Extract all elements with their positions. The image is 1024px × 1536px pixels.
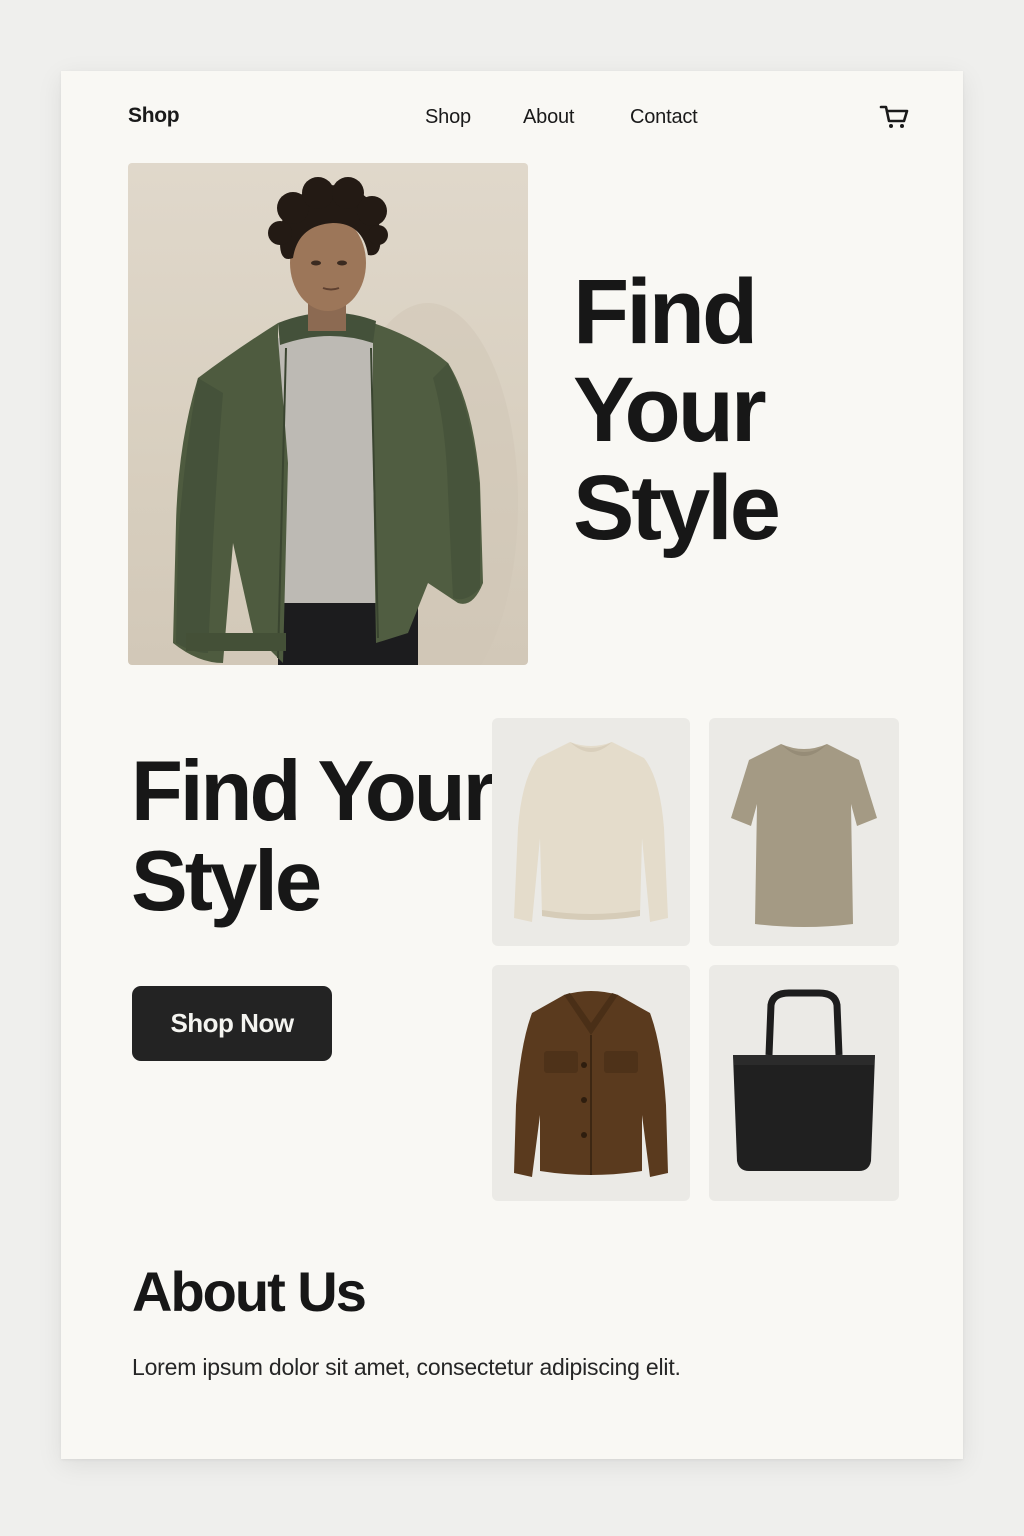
shop-now-button[interactable]: Shop Now <box>132 986 332 1061</box>
brown-jacket-image <box>514 991 668 1177</box>
black-tote-image <box>733 989 875 1171</box>
product-card-jacket[interactable] <box>492 965 690 1201</box>
about-text: Lorem ipsum dolor sit amet, consectetur … <box>132 1354 681 1380</box>
about-title: About Us <box>132 1260 367 1323</box>
hero-model-image <box>128 163 528 665</box>
product-card-tee[interactable] <box>709 718 899 946</box>
taupe-tee-image <box>731 744 877 927</box>
featured-title-line: Find Your <box>131 744 496 839</box>
page: Shop Shop About Contact Find Your Style … <box>61 71 963 1459</box>
featured-title: Find Your Style <box>131 747 511 927</box>
featured-title-line: Style <box>131 834 322 929</box>
hero-title: Find Your Style <box>573 261 781 559</box>
cart-icon[interactable] <box>879 101 911 133</box>
nav-contact[interactable]: Contact <box>630 106 698 129</box>
hero-title-line: Style <box>573 457 781 559</box>
nav-about[interactable]: About <box>523 106 574 129</box>
cream-sweater-image <box>514 742 668 922</box>
product-card-tote[interactable] <box>709 965 899 1201</box>
product-card-sweater[interactable] <box>492 718 690 946</box>
brand-logo[interactable]: Shop <box>128 104 180 128</box>
hero-title-line: Find <box>573 261 758 363</box>
nav-shop[interactable]: Shop <box>425 106 471 129</box>
hero-title-line: Your <box>573 359 767 461</box>
